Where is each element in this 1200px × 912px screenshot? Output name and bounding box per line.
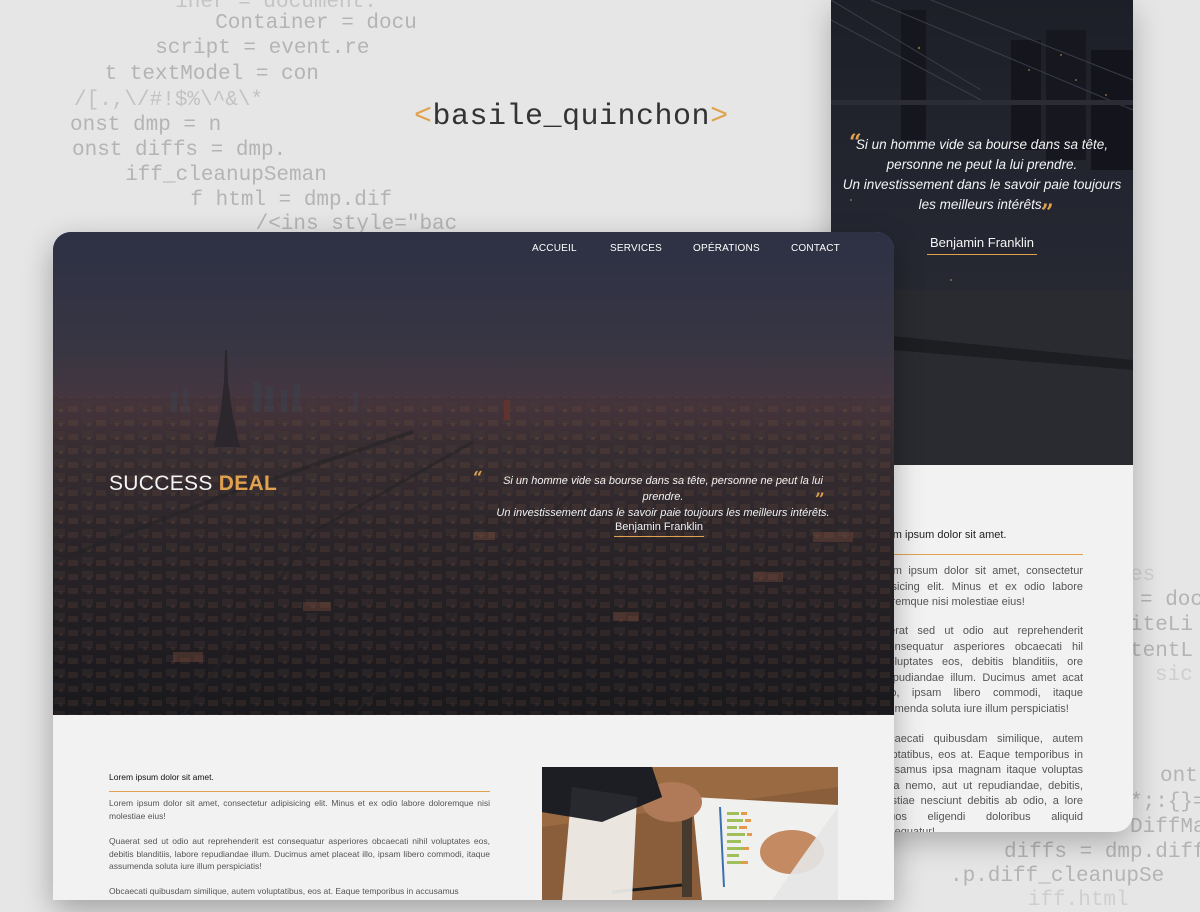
code-line: es [1130, 564, 1156, 587]
quote-close-icon: ” [815, 490, 825, 510]
nav-link-services[interactable]: SERVICES [610, 242, 662, 256]
quote-author: Benjamin Franklin [614, 521, 704, 537]
content-section: Lorem ipsum dolor sit amet. Lorem ipsum … [53, 715, 894, 900]
nav-link-accueil[interactable]: ACCUEIL [532, 242, 577, 256]
quote-author: Benjamin Franklin [927, 235, 1037, 255]
brand-logo: <basile_quinchon> [414, 100, 729, 134]
code-line: iff_cleanupSeman [100, 164, 327, 187]
nav-link-operations[interactable]: OPÉRATIONS [693, 242, 760, 256]
code-line: iteLi [1130, 614, 1194, 637]
code-line: ont [1160, 765, 1198, 788]
code-line: iner = document. [150, 0, 377, 14]
paragraph: Quaerat sed ut odio aut reprehenderit es… [109, 836, 490, 871]
section-heading: rem ipsum dolor sit amet. [883, 529, 1007, 541]
paragraph: Obcaecati quibusdam similique, autem vol… [109, 886, 459, 896]
logo-part-deal: DEAL [218, 472, 278, 495]
quote-line: Si un homme vide sa bourse dans sa tête, [855, 137, 1109, 152]
code-line: *;:{}= [1130, 791, 1200, 814]
quote-line: Un investissement dans le savoir paie to… [842, 177, 1122, 192]
logo-part-success: SUCCESS [109, 472, 219, 495]
brand-close-bracket: > [710, 100, 729, 134]
code-line: onst dmp = n [70, 114, 222, 137]
hero-section: ACCUEIL SERVICES OPÉRATIONS CONTACT SUCC… [53, 232, 894, 715]
quote-open-icon: “ [473, 468, 483, 488]
quote-close-icon: ” [1041, 200, 1054, 226]
code-line: /[.,\/#!$%\^&\* [74, 89, 264, 112]
paragraph: rem ipsum dolor sit amet, consectetur pi… [883, 565, 1083, 608]
code-line: onst diffs = dmp. [72, 139, 287, 162]
code-line: Container = docu [190, 12, 417, 35]
code-line: DiffMa [1130, 816, 1200, 839]
business-meeting-image [542, 767, 838, 900]
code-line: tentL [1130, 640, 1194, 663]
heading-divider [883, 554, 1083, 555]
brand-name: basile_quinchon [432, 100, 711, 134]
code-line: iff.html [990, 889, 1129, 912]
quote-line: Un investissement dans le savoir paie to… [496, 507, 830, 519]
meeting-illustration [542, 767, 838, 900]
paragraph: aerat sed ut odio aut reprehenderit cons… [883, 625, 1083, 715]
paragraph: ocaecati quibusdam similique, autem lupt… [883, 733, 1083, 832]
code-line: t textModel = con [92, 63, 319, 86]
quote-line: les meilleurs intérêts. [918, 197, 1046, 212]
code-line: = doc [1140, 589, 1200, 612]
code-line: script = event.re [130, 37, 370, 60]
code-line: .p.diff_cleanupSe [950, 865, 1165, 888]
quote-line: Si un homme vide sa bourse dans sa tête,… [503, 475, 823, 503]
site-logo[interactable]: SUCCESS DEAL [109, 472, 277, 496]
code-line: sic [1155, 664, 1193, 687]
desktop-mockup: ACCUEIL SERVICES OPÉRATIONS CONTACT SUCC… [53, 232, 894, 900]
code-line: diffs = dmp.diff [1004, 841, 1200, 864]
quote-line: personne ne peut la lui prendre. [886, 157, 1078, 172]
section-heading: Lorem ipsum dolor sit amet. [109, 772, 214, 782]
heading-divider [109, 791, 490, 792]
nav-link-contact[interactable]: CONTACT [791, 242, 840, 256]
brand-open-bracket: < [414, 100, 433, 134]
hero-quote: Si un homme vide sa bourse dans sa tête,… [483, 473, 843, 521]
mobile-quote: Si un homme vide sa bourse dans sa tête,… [831, 135, 1133, 215]
paragraph: Lorem ipsum dolor sit amet, consectetur … [109, 798, 490, 821]
code-line: f html = dmp.dif [140, 189, 393, 212]
